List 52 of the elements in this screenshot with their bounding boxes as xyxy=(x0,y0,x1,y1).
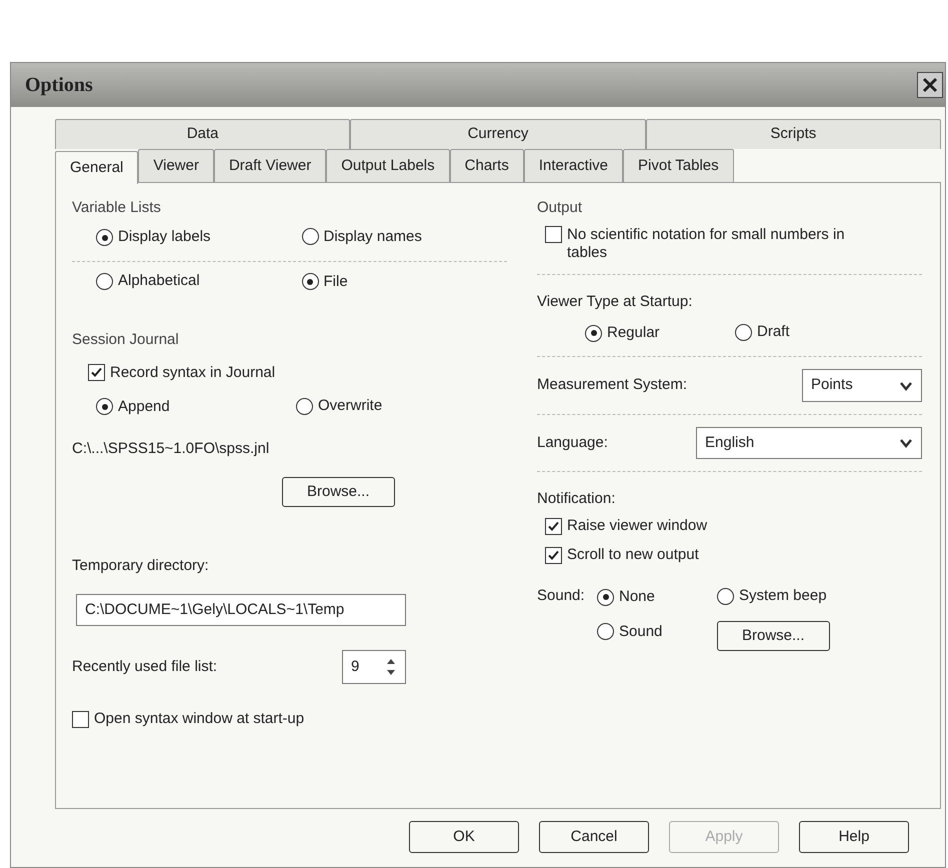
radio-button[interactable]: Append xyxy=(96,396,170,418)
spin-field[interactable]: 9 xyxy=(342,650,406,684)
checkbox[interactable]: Raise viewer window xyxy=(545,514,708,538)
label-text: Session Journal xyxy=(72,330,180,350)
radio-button[interactable]: None xyxy=(597,586,655,608)
dialog-button[interactable]: Cancel xyxy=(539,820,649,853)
checkbox[interactable]: No scientific notation for small numbers in tables xyxy=(545,226,865,262)
tab[interactable]: Charts xyxy=(450,148,524,182)
tab[interactable]: Pivot Tables xyxy=(623,148,734,182)
check-icon xyxy=(547,520,560,532)
dropdown[interactable]: Points xyxy=(802,369,922,402)
tab[interactable]: Interactive xyxy=(524,148,624,182)
radio-button[interactable]: System beep xyxy=(717,585,827,608)
radio-button[interactable]: Overwrite xyxy=(296,394,382,418)
radio-button[interactable]: File xyxy=(302,270,348,293)
label-text: Language: xyxy=(537,432,608,453)
tab[interactable]: Output Labels xyxy=(326,148,450,182)
checkbox[interactable]: Scroll to new output xyxy=(545,544,699,566)
label-text: Notification: xyxy=(537,489,616,510)
label-text: Variable Lists xyxy=(72,198,162,218)
radio-button[interactable]: Display labels xyxy=(96,226,211,249)
tab[interactable]: Draft Viewer xyxy=(214,148,326,182)
radio-button[interactable]: Draft xyxy=(735,321,790,344)
radio-button[interactable]: Sound xyxy=(597,620,662,643)
text-field[interactable]: C:\DOCUME~1\Gely\LOCALS~1\Temp xyxy=(76,594,406,626)
checkbox[interactable]: Record syntax in Journal xyxy=(88,362,276,384)
tab[interactable]: Scripts xyxy=(646,119,941,148)
close-icon[interactable] xyxy=(921,76,939,94)
tab[interactable]: Currency xyxy=(350,119,646,148)
checkbox[interactable]: Open syntax window at start-up xyxy=(72,708,304,730)
browse-button[interactable]: Browse... xyxy=(717,620,830,651)
browse-button[interactable]: Browse... xyxy=(282,476,395,507)
radio-button[interactable]: Regular xyxy=(585,322,660,344)
label-text: Recently used file list: xyxy=(72,656,218,677)
check-icon xyxy=(90,366,103,380)
dialog-button[interactable]: OK xyxy=(409,820,519,853)
check-icon xyxy=(547,548,560,562)
label-text: Output xyxy=(537,198,584,218)
label-text: Measurement System: xyxy=(537,375,688,396)
label-text: Temporary directory: xyxy=(72,556,210,576)
label-text: Viewer Type at Startup: xyxy=(537,292,694,312)
tab[interactable]: Data xyxy=(55,119,350,148)
close-button[interactable] xyxy=(917,72,943,98)
tab[interactable]: General xyxy=(55,150,138,184)
radio-button[interactable]: Alphabetical xyxy=(96,270,200,292)
radio-button[interactable]: Display names xyxy=(302,226,422,248)
dialog-button[interactable]: Help xyxy=(799,820,909,853)
file-path: C:\...\SPSS15~1.0FO\spss.jnl xyxy=(72,439,270,459)
window-title: Options xyxy=(25,73,93,98)
dropdown[interactable]: English xyxy=(696,426,922,460)
label-text: Sound: xyxy=(537,586,586,606)
tab[interactable]: Viewer xyxy=(138,148,214,182)
